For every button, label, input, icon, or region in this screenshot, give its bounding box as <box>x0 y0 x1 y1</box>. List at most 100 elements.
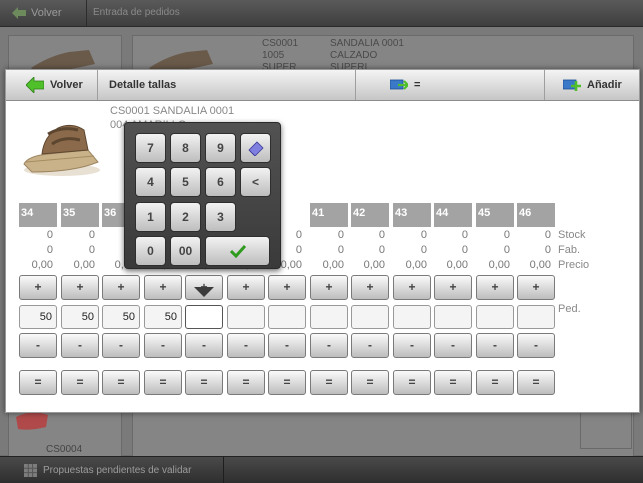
info-line: CALZADO <box>330 50 378 61</box>
key-9[interactable]: 9 <box>205 133 236 163</box>
key-00[interactable]: 00 <box>170 236 201 266</box>
quantity-input[interactable]: 50 <box>61 305 99 329</box>
ped-row-label: Ped. <box>558 303 581 315</box>
quantity-input[interactable]: 50 <box>102 305 140 329</box>
size-header: 41 <box>310 203 348 227</box>
decrease-button[interactable]: - <box>310 333 348 358</box>
copy-equal-button[interactable]: = <box>434 370 472 395</box>
copy-equal-button[interactable]: = <box>268 370 306 395</box>
fab-row-label: Fab. <box>558 244 581 256</box>
increase-button[interactable]: + <box>102 275 140 300</box>
decrease-button[interactable]: - <box>393 333 431 358</box>
increase-button[interactable]: + <box>268 275 306 300</box>
increase-button[interactable]: + <box>476 275 514 300</box>
eraser-icon <box>247 141 264 157</box>
size-detail-dialog: Volver Detalle tallas = Añadir CS0001 SA… <box>5 69 640 413</box>
copy-equal-button[interactable]: = <box>19 370 57 395</box>
quantity-input[interactable] <box>185 305 223 329</box>
decrease-button[interactable]: - <box>102 333 140 358</box>
increase-button[interactable]: + <box>517 275 555 300</box>
fill-equal-button[interactable]: = <box>390 70 420 100</box>
product-image <box>23 124 100 176</box>
stock-cell: 0 <box>420 229 427 241</box>
backspace-key[interactable]: < <box>240 167 271 197</box>
increase-button[interactable]: + <box>310 275 348 300</box>
copy-equal-button[interactable]: = <box>102 370 140 395</box>
key-3[interactable]: 3 <box>205 202 236 232</box>
decrease-button[interactable]: - <box>434 333 472 358</box>
back-arrow-icon <box>12 7 26 19</box>
quantity-input[interactable] <box>310 305 348 329</box>
stock-cell: 0 <box>337 229 344 241</box>
size-header: 35 <box>61 203 99 227</box>
increase-button[interactable]: + <box>351 275 389 300</box>
quantity-input[interactable] <box>268 305 306 329</box>
size-header: 43 <box>393 203 431 227</box>
back-button[interactable]: Volver <box>6 3 70 23</box>
back-arrow-icon <box>26 77 44 93</box>
copy-equal-button[interactable]: = <box>227 370 265 395</box>
toolbar-divider <box>86 0 87 26</box>
key-8[interactable]: 8 <box>170 133 201 163</box>
precio-cell: 0,00 <box>405 259 427 271</box>
quantity-input[interactable] <box>517 305 555 329</box>
decrease-button[interactable]: - <box>185 333 223 358</box>
increase-button[interactable]: + <box>434 275 472 300</box>
precio-cell: 0,00 <box>529 259 551 271</box>
key-7[interactable]: 7 <box>135 133 166 163</box>
key-6[interactable]: 6 <box>205 167 236 197</box>
precio-cell: 0,00 <box>363 259 385 271</box>
key-2[interactable]: 2 <box>170 202 201 232</box>
info-line: CS0001 <box>262 38 299 49</box>
increase-button[interactable]: + <box>19 275 57 300</box>
pending-proposals-button[interactable]: Propuestas pendientes de validar <box>0 457 224 483</box>
page-title: Entrada de pedidos <box>93 7 180 18</box>
quantity-input[interactable]: 50 <box>144 305 182 329</box>
decrease-button[interactable]: - <box>19 333 57 358</box>
decrease-button[interactable]: - <box>351 333 389 358</box>
key-0[interactable]: 0 <box>135 236 166 266</box>
dialog-back-button[interactable]: Volver <box>6 70 98 100</box>
increase-button[interactable]: + <box>144 275 182 300</box>
decrease-button[interactable]: - <box>476 333 514 358</box>
dialog-back-label: Volver <box>50 79 83 91</box>
copy-equal-button[interactable]: = <box>61 370 99 395</box>
add-button[interactable]: Añadir <box>563 70 622 100</box>
quantity-input[interactable]: 50 <box>19 305 57 329</box>
copy-equal-button[interactable]: = <box>351 370 389 395</box>
decrease-button[interactable]: - <box>61 333 99 358</box>
size-header: 42 <box>351 203 389 227</box>
size-header: 34 <box>19 203 57 227</box>
decrease-button[interactable]: - <box>517 333 555 358</box>
quantity-input[interactable] <box>476 305 514 329</box>
dialog-title: Detalle tallas <box>109 79 177 91</box>
confirm-key[interactable] <box>205 236 270 266</box>
copy-equal-button[interactable]: = <box>185 370 223 395</box>
decrease-button[interactable]: - <box>227 333 265 358</box>
copy-equal-button[interactable]: = <box>393 370 431 395</box>
decrease-button[interactable]: - <box>144 333 182 358</box>
copy-equal-button[interactable]: = <box>517 370 555 395</box>
quantity-input[interactable] <box>393 305 431 329</box>
stock-cell: 0 <box>544 229 551 241</box>
key-4[interactable]: 4 <box>135 167 166 197</box>
key-5[interactable]: 5 <box>170 167 201 197</box>
copy-equal-button[interactable]: = <box>476 370 514 395</box>
increase-button[interactable]: + <box>393 275 431 300</box>
product-name: CS0001 SANDALIA 0001 <box>110 105 235 117</box>
quantity-input[interactable] <box>227 305 265 329</box>
fab-cell: 0 <box>503 244 510 256</box>
stock-cell: 0 <box>378 229 385 241</box>
increase-button[interactable]: + <box>61 275 99 300</box>
copy-equal-button[interactable]: = <box>310 370 348 395</box>
quantity-input[interactable] <box>434 305 472 329</box>
quantity-input[interactable] <box>351 305 389 329</box>
increase-button[interactable]: + <box>227 275 265 300</box>
copy-equal-button[interactable]: = <box>144 370 182 395</box>
keypad-pointer <box>194 287 214 297</box>
clear-key[interactable] <box>240 133 271 163</box>
key-1[interactable]: 1 <box>135 202 166 232</box>
precio-cell: 0,00 <box>488 259 510 271</box>
decrease-button[interactable]: - <box>268 333 306 358</box>
price-row-label: Precio <box>558 259 590 271</box>
